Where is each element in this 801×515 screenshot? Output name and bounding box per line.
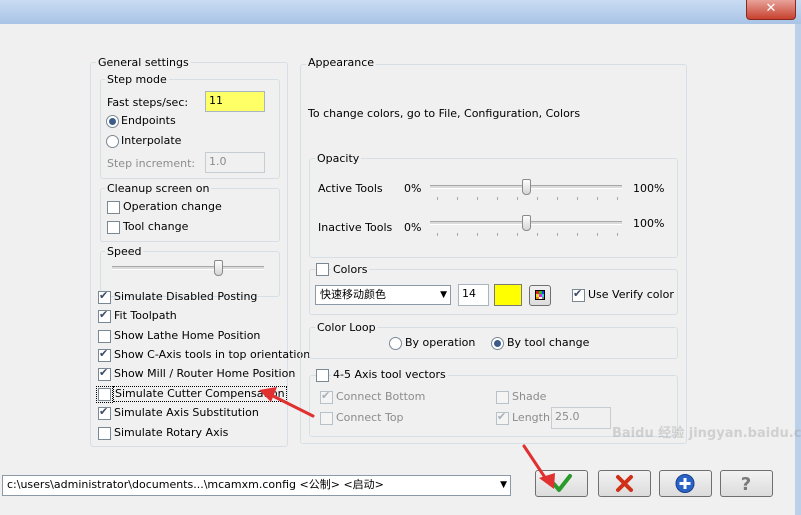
endpoints-label: Endpoints: [121, 114, 176, 127]
active-max-label: 100%: [633, 182, 665, 195]
by-tool-change-label: By tool change: [507, 336, 590, 349]
interpolate-radio[interactable]: [106, 135, 119, 148]
color-palette-button[interactable]: [529, 285, 551, 306]
annotation-arrow-left: [259, 387, 315, 418]
color-swatch[interactable]: [494, 284, 522, 306]
step-increment-input[interactable]: 1.0: [205, 152, 265, 173]
operation-change-checkbox[interactable]: [107, 201, 120, 214]
config-path-value: c:\users\administrator\documents...\mcam…: [7, 478, 384, 491]
opacity-group: [309, 158, 678, 258]
colors-checkbox[interactable]: [316, 263, 329, 276]
option-checkbox[interactable]: [98, 330, 111, 343]
option-label: Simulate Axis Substitution: [114, 406, 259, 419]
fast-steps-label: Fast steps/sec:: [107, 96, 189, 109]
speed-title: Speed: [105, 245, 144, 258]
active-opacity-ticks: [437, 197, 618, 200]
tool-change-label: Tool change: [123, 220, 189, 233]
dialog-body: General settings Step mode Fast steps/se…: [0, 24, 801, 515]
opacity-title: Opacity: [315, 152, 362, 165]
color-number-input[interactable]: 14: [458, 284, 489, 306]
svg-text:?: ?: [741, 474, 751, 495]
active-tools-label: Active Tools: [318, 182, 383, 195]
use-verify-color-label: Use Verify color: [588, 288, 674, 301]
option-label: Simulate Rotary Axis: [114, 426, 229, 439]
option-checkbox[interactable]: [98, 366, 111, 381]
watermark: Baidu 经验 jingyan.baidu.com: [612, 426, 801, 441]
speed-slider-track: [112, 266, 264, 270]
option-label: Show Lathe Home Position: [114, 329, 261, 342]
active-min-label: 0%: [404, 182, 422, 195]
add-icon: [675, 474, 695, 493]
inactive-min-label: 0%: [404, 221, 422, 234]
cleanup-title: Cleanup screen on: [105, 182, 212, 195]
cancel-button[interactable]: [598, 470, 651, 497]
operation-change-label: Operation change: [123, 200, 222, 213]
option-checkbox[interactable]: [98, 347, 111, 362]
length-label: Length: [512, 411, 550, 424]
color-dropdown-value: 快速移动颜色: [320, 288, 386, 301]
inactive-max-label: 100%: [633, 217, 665, 230]
step-increment-label: Step increment:: [107, 157, 196, 170]
shade-label: Shade: [512, 390, 547, 403]
palette-icon: [535, 290, 545, 300]
help-icon: ?: [741, 474, 751, 495]
chevron-down-icon: ▼: [440, 290, 447, 300]
speed-slider-thumb[interactable]: [214, 260, 224, 276]
option-checkbox[interactable]: [98, 405, 111, 420]
inactive-tools-label: Inactive Tools: [318, 221, 393, 234]
annotation-arrow-ok: [522, 444, 555, 489]
cancel-icon: [616, 475, 633, 492]
appearance-title: Appearance: [306, 56, 377, 69]
interpolate-label: Interpolate: [121, 134, 182, 147]
option-checkbox[interactable]: [96, 386, 113, 403]
option-checkbox[interactable]: [98, 308, 111, 323]
config-path-dropdown[interactable]: c:\users\administrator\documents...\mcam…: [2, 475, 511, 496]
by-operation-radio[interactable]: [389, 337, 402, 350]
step-mode-title: Step mode: [105, 73, 169, 86]
option-label: Show C-Axis tools in top orientation: [114, 348, 311, 361]
tool-change-checkbox[interactable]: [107, 221, 120, 234]
close-button[interactable]: ✕: [746, 0, 796, 20]
help-button[interactable]: ?: [720, 470, 773, 497]
color-loop-title: Color Loop: [315, 321, 378, 334]
fast-steps-input[interactable]: 11: [205, 91, 265, 112]
by-operation-label: By operation: [405, 336, 476, 349]
length-input[interactable]: 25.0: [551, 407, 611, 429]
option-label: Simulate Disabled Posting: [114, 290, 258, 303]
option-checkbox[interactable]: [98, 427, 111, 440]
by-tool-change-radio[interactable]: [491, 337, 504, 350]
inactive-opacity-thumb[interactable]: [522, 215, 531, 231]
shade-checkbox[interactable]: [496, 391, 509, 404]
general-settings-title: General settings: [96, 56, 191, 69]
length-checkbox[interactable]: [496, 410, 509, 425]
option-checkbox[interactable]: [98, 289, 111, 304]
use-verify-color-checkbox[interactable]: [572, 287, 585, 302]
color-dropdown[interactable]: 快速移动颜色 ▼: [315, 285, 451, 305]
title-bar: ✕: [0, 0, 801, 25]
colors-title: Colors: [331, 263, 370, 276]
inactive-opacity-ticks: [437, 233, 618, 236]
endpoints-radio[interactable]: [106, 115, 119, 128]
add-button[interactable]: [659, 470, 712, 497]
chevron-down-icon: ▼: [500, 480, 507, 490]
active-opacity-thumb[interactable]: [522, 179, 531, 195]
option-label: Fit Toolpath: [114, 309, 177, 322]
colors-hint: To change colors, go to File, Configurat…: [308, 107, 581, 120]
